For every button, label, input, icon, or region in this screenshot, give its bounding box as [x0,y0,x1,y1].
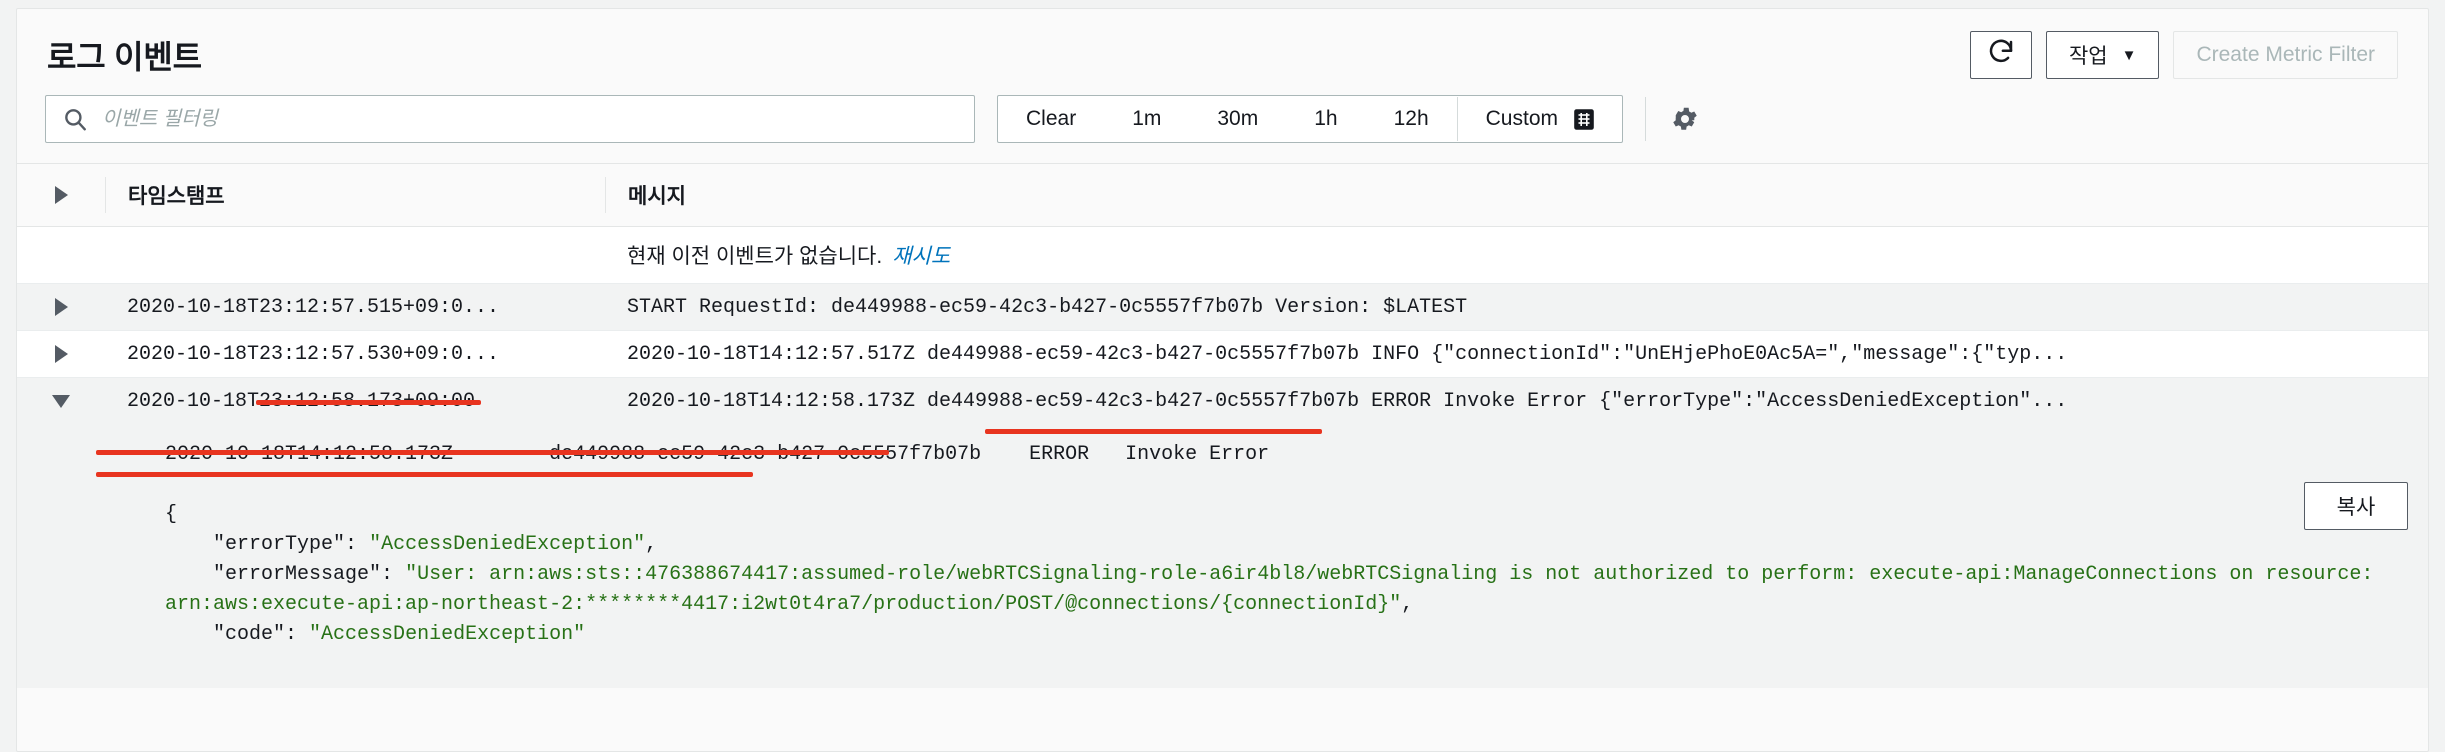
refresh-button[interactable] [1969,31,2032,79]
json-key-errormessage: "errorMessage": [165,563,394,586]
column-header-message[interactable]: 메시지 [605,177,2428,213]
expand-all-toggle[interactable] [17,186,105,204]
time-range-custom[interactable]: Custom [1458,96,1622,142]
search-icon [62,106,88,132]
row-expand-toggle[interactable] [17,345,105,363]
column-header-timestamp[interactable]: 타임스탬프 [105,177,605,213]
json-key-errortype: "errorType": [165,533,358,556]
no-older-events-message: 현재 이전 이벤트가 없습니다. 재시도 [605,240,2428,270]
table-row[interactable]: 2020-10-18T23:12:57.530+09:0... 2020-10-… [17,330,2428,377]
row-timestamp: 2020-10-18T23:12:57.530+09:0... [127,342,500,366]
row-timestamp: 2020-10-18T23:12:57.515+09:0... [127,295,500,319]
detail-json: { "errorType": "AccessDeniedException", … [17,470,2428,680]
create-metric-filter-button[interactable]: Create Metric Filter [2173,31,2398,79]
json-key-code: "code": [165,623,298,646]
column-header-message-label: 메시지 [628,185,686,208]
column-header-timestamp-label: 타임스탬프 [128,185,225,208]
row-expand-toggle[interactable] [17,298,105,316]
chevron-right-icon [54,186,68,204]
settings-group [1645,97,1700,141]
json-value-errortype: "AccessDeniedException" [369,533,646,556]
log-events-table: 타임스탬프 메시지 현재 이전 이벤트가 없습니다. 재시도 2020-10-18… [17,163,2428,688]
json-comma: , [1401,593,1414,616]
json-value-code: "AccessDeniedException" [309,623,586,646]
time-range-group: Clear 1m 30m 1h 12h Custom [997,95,1623,143]
row-message: 2020-10-18T14:12:58.173Z de449988-ec59-4… [627,389,2068,413]
copy-button-label: 복사 [2336,496,2376,519]
time-range-12h[interactable]: 12h [1366,96,1457,142]
search-input[interactable] [100,95,974,143]
json-comma: , [645,533,658,556]
table-row[interactable]: 2020-10-18T23:12:58.173+09:00 2020-10-18… [17,377,2428,424]
log-events-panel: 로그 이벤트 작업 ▼ Create Metric Filter 이벤트 필터링… [16,8,2429,752]
header-actions: 작업 ▼ Create Metric Filter [1969,31,2398,79]
row-collapse-toggle[interactable] [17,394,105,408]
copy-button[interactable]: 복사 [2304,482,2408,530]
json-brace-open: { [165,503,178,526]
time-range-custom-label: Custom [1485,107,1558,130]
no-older-events-text: 현재 이전 이벤트가 없습니다. [627,245,883,268]
table-header-row: 타임스탬프 메시지 [17,164,2428,227]
page-title: 로그 이벤트 [47,39,202,75]
time-range-clear[interactable]: Clear [998,96,1104,142]
calendar-icon [1574,108,1594,130]
detail-head-line: 2020-10-18T14:12:58.173Z de449988-ec59-4… [165,443,1270,466]
time-range-1m[interactable]: 1m [1104,96,1189,142]
gear-icon[interactable] [1670,104,1700,134]
row-message: 2020-10-18T14:12:57.517Z de449988-ec59-4… [627,342,2068,366]
table-row[interactable]: 2020-10-18T23:12:57.515+09:0... START Re… [17,283,2428,330]
filter-toolbar: Clear 1m 30m 1h 12h Custom [17,87,2428,163]
no-older-events-row: 현재 이전 이벤트가 없습니다. 재시도 [17,227,2428,283]
actions-dropdown-label: 작업 [2068,45,2108,68]
retry-link[interactable]: 재시도 [892,245,950,268]
row-timestamp: 2020-10-18T23:12:58.173+09:00 [127,389,476,413]
search-box[interactable] [45,95,975,143]
json-value-errormessage: "User: arn:aws:sts::476388674417:assumed… [165,563,2386,616]
chevron-right-icon [54,298,68,316]
expanded-event-detail: 2020-10-18T14:12:58.173Z de449988-ec59-4… [17,424,2428,688]
time-range-1h[interactable]: 1h [1286,96,1365,142]
row-message: START RequestId: de449988-ec59-42c3-b427… [627,295,1468,319]
log-events-screen: 로그 이벤트 작업 ▼ Create Metric Filter 이벤트 필터링… [0,0,2445,752]
refresh-icon [1986,37,2016,73]
actions-dropdown-button[interactable]: 작업 ▼ [2045,31,2160,79]
chevron-down-icon [52,394,70,408]
chevron-down-icon: ▼ [2121,46,2137,64]
chevron-right-icon [54,345,68,363]
panel-header: 로그 이벤트 작업 ▼ Create Metric Filter [17,9,2428,87]
create-metric-filter-label: Create Metric Filter [2196,43,2375,66]
time-range-30m[interactable]: 30m [1189,96,1286,142]
